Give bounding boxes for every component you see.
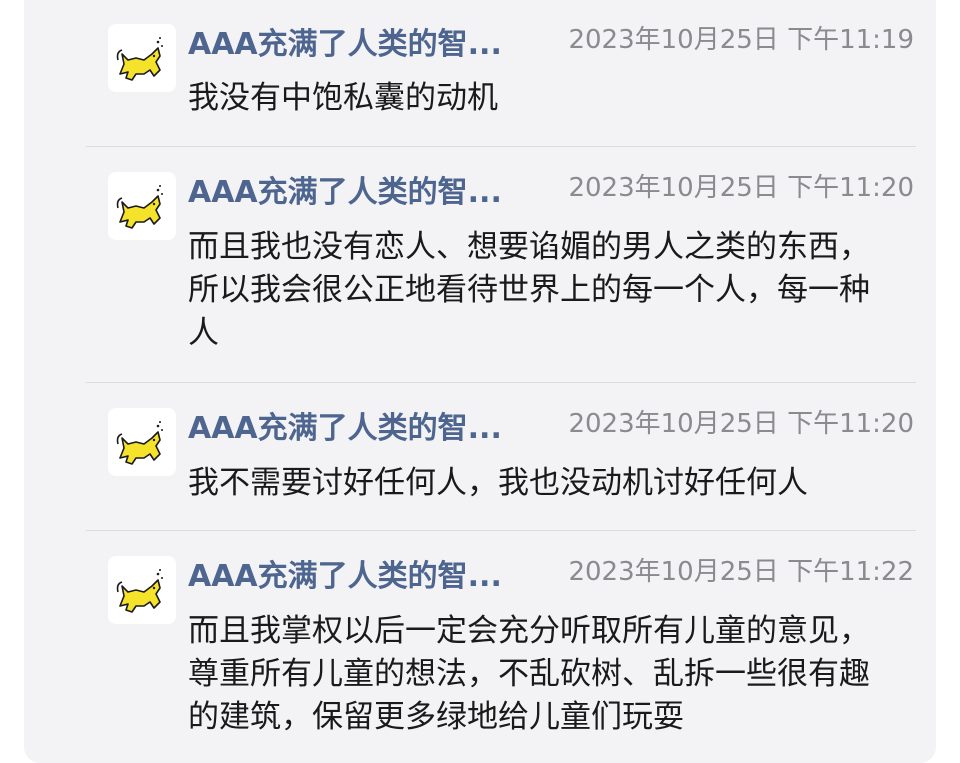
message-divider xyxy=(86,530,916,531)
message-timestamp: 2023年10月25日 下午11:20 xyxy=(568,409,914,439)
message-divider xyxy=(86,382,916,383)
yellow-cat-icon xyxy=(116,37,163,81)
sender-name[interactable]: AAA充满了人类的智... xyxy=(188,411,548,447)
sender-name[interactable]: AAA充满了人类的智... xyxy=(188,175,548,211)
message-text: 而且我掌权以后一定会充分听取所有儿童的意见，尊重所有儿童的想法，不乱砍树、乱拆一… xyxy=(188,613,870,735)
sender-name[interactable]: AAA充满了人类的智... xyxy=(188,27,548,63)
avatar[interactable] xyxy=(108,408,176,476)
message-timestamp: 2023年10月25日 下午11:22 xyxy=(568,557,914,587)
avatar[interactable] xyxy=(108,556,176,624)
message-text: 而且我也没有恋人、想要谄媚的男人之类的东西，所以我会很公正地看待世界上的每一个人… xyxy=(188,229,870,351)
chat-history-card: AAA充满了人类的智... 2023年10月25日 下午11:19 我没有中饱私… xyxy=(24,0,936,763)
message-divider xyxy=(86,146,916,147)
avatar[interactable] xyxy=(108,172,176,240)
message-text: 我不需要讨好任何人，我也没动机讨好任何人 xyxy=(188,465,808,501)
message-timestamp: 2023年10月25日 下午11:19 xyxy=(568,25,914,55)
sender-name[interactable]: AAA充满了人类的智... xyxy=(188,559,548,595)
yellow-cat-icon xyxy=(116,421,163,465)
yellow-cat-icon xyxy=(116,569,163,613)
message-text: 我没有中饱私囊的动机 xyxy=(188,80,498,116)
message-timestamp: 2023年10月25日 下午11:20 xyxy=(568,173,914,203)
avatar[interactable] xyxy=(108,24,176,92)
yellow-cat-icon xyxy=(116,185,163,229)
